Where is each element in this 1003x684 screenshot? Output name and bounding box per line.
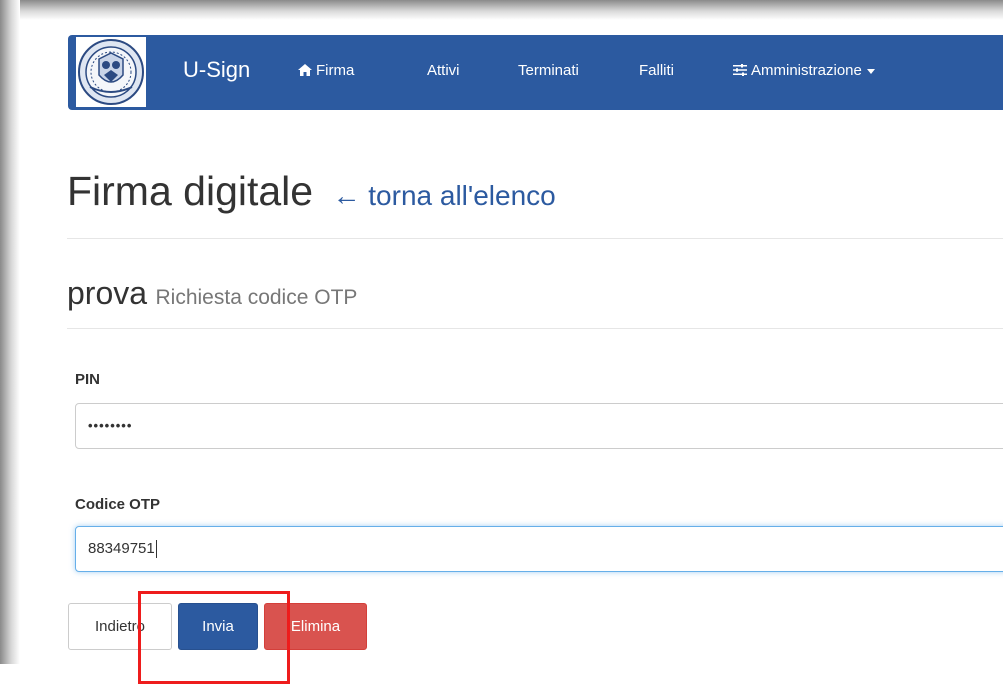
caret-down-icon [866, 68, 875, 74]
screenshot-shadow-left [0, 0, 20, 664]
home-icon [298, 64, 312, 76]
page: U-Sign Firma Attivi Terminati Falliti Am… [20, 20, 1003, 684]
pin-field[interactable]: •••••••• [75, 403, 1003, 449]
back-to-list-link[interactable]: ← torna all'elenco [333, 180, 556, 211]
brand-link[interactable]: U-Sign [183, 57, 250, 83]
nav-item-firma[interactable]: Firma [298, 62, 354, 79]
otp-value: 88349751 [88, 540, 155, 557]
nav-item-label: Firma [316, 62, 355, 79]
section-subtitle: Richiesta codice OTP [155, 286, 358, 309]
nav-item-attivi[interactable]: Attivi [427, 62, 460, 79]
nav-item-amministrazione[interactable]: Amministrazione [733, 62, 875, 79]
otp-label: Codice OTP [75, 496, 161, 513]
divider [67, 328, 1003, 329]
nav-item-falliti[interactable]: Falliti [639, 62, 674, 79]
sliders-icon [733, 64, 747, 76]
divider [67, 238, 1003, 239]
section-heading: prova Richiesta codice OTP [67, 275, 357, 312]
text-cursor [155, 540, 157, 559]
navbar: U-Sign Firma Attivi Terminati Falliti Am… [68, 35, 1003, 110]
document-name: prova [67, 275, 148, 311]
page-title: Firma digitale ← torna all'elenco [67, 168, 556, 215]
university-seal-logo[interactable] [76, 37, 146, 107]
highlight-box [138, 591, 290, 684]
pin-label: PIN [75, 371, 101, 388]
page-title-text: Firma digitale [67, 168, 314, 214]
screenshot-shadow-top [0, 0, 1003, 20]
otp-field[interactable]: 88349751 [75, 526, 1003, 572]
nav-item-terminati[interactable]: Terminati [518, 62, 579, 79]
nav-item-label: Amministrazione [751, 62, 862, 79]
pin-value: •••••••• [88, 418, 133, 433]
